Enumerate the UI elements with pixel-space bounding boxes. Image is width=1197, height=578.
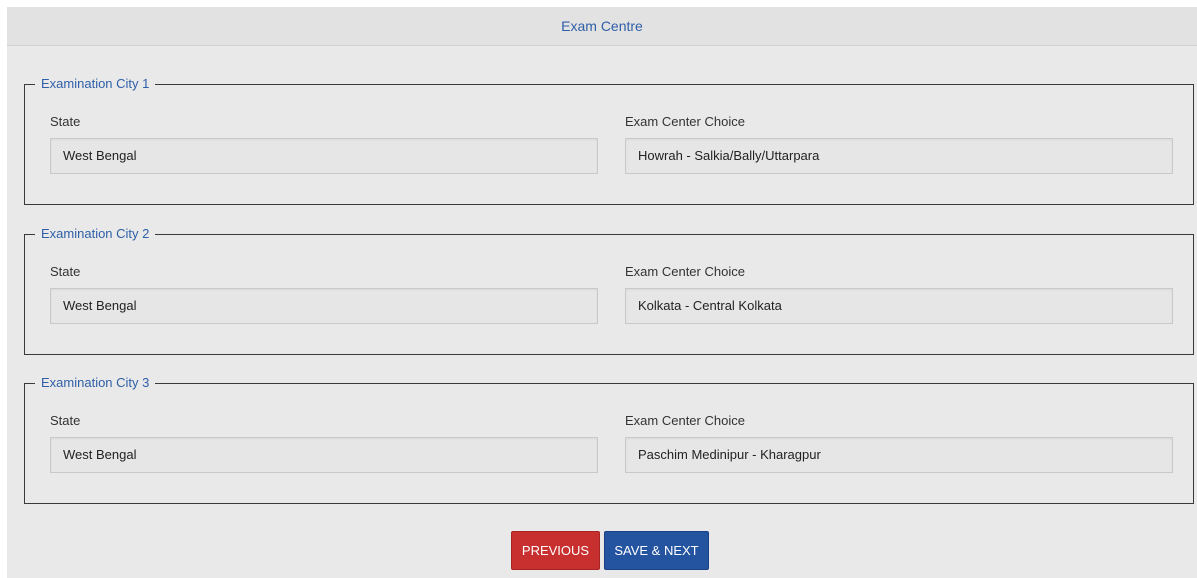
examination-city-1-group: Examination City 1 State Exam Center Cho… bbox=[24, 76, 1194, 205]
state-field-1[interactable]: West Bengal bbox=[50, 138, 598, 174]
exam-center-choice-field-2[interactable]: Kolkata - Central Kolkata bbox=[625, 288, 1173, 324]
state-field-2[interactable]: West Bengal bbox=[50, 288, 598, 324]
state-label: State bbox=[50, 413, 81, 428]
state-field-3[interactable]: West Bengal bbox=[50, 437, 598, 473]
examination-city-3-legend: Examination City 3 bbox=[35, 375, 156, 391]
examination-city-2-legend: Examination City 2 bbox=[35, 226, 156, 242]
exam-center-choice-field-3[interactable]: Paschim Medinipur - Kharagpur bbox=[625, 437, 1173, 473]
exam-center-choice-label: Exam Center Choice bbox=[625, 264, 745, 279]
exam-centre-panel: Exam Centre Examination City 1 State Exa… bbox=[7, 7, 1197, 578]
save-and-next-button[interactable]: SAVE & NEXT bbox=[604, 531, 709, 570]
panel-title: Exam Centre bbox=[561, 18, 643, 34]
examination-city-2-group: Examination City 2 State Exam Center Cho… bbox=[24, 226, 1194, 355]
exam-center-choice-label: Exam Center Choice bbox=[625, 114, 745, 129]
exam-center-choice-field-1[interactable]: Howrah - Salkia/Bally/Uttarpara bbox=[625, 138, 1173, 174]
state-label: State bbox=[50, 264, 81, 279]
examination-city-1-legend: Examination City 1 bbox=[35, 76, 156, 92]
previous-button[interactable]: PREVIOUS bbox=[511, 531, 600, 570]
exam-center-choice-label: Exam Center Choice bbox=[625, 413, 745, 428]
examination-city-3-group: Examination City 3 State Exam Center Cho… bbox=[24, 375, 1194, 504]
panel-header: Exam Centre bbox=[7, 7, 1197, 46]
state-label: State bbox=[50, 114, 81, 129]
